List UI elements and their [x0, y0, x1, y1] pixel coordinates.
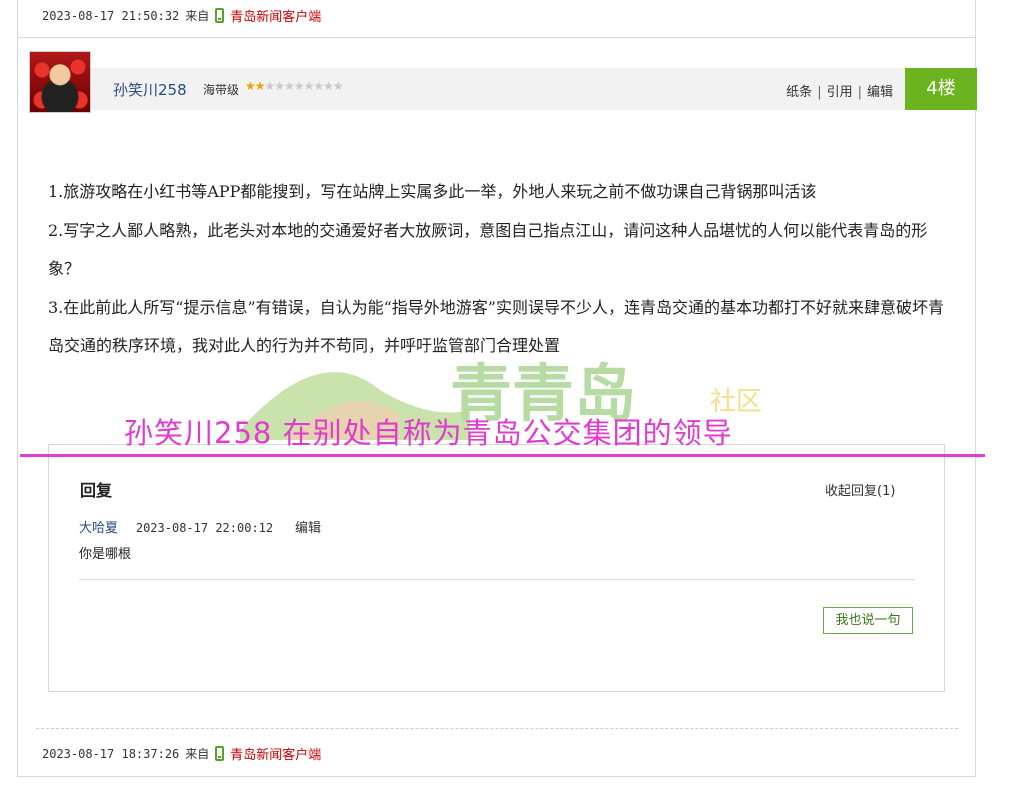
- username-link[interactable]: 孙笑川258: [113, 79, 187, 100]
- user-rank: 海带级: [203, 83, 240, 97]
- post-content: 1.旅游攻略在小红书等APP都能搜到，写在站牌上实属多此一举，外地人来玩之前不做…: [48, 173, 948, 366]
- post-paragraph: 1.旅游攻略在小红书等APP都能搜到，写在站牌上实属多此一举，外地人来玩之前不做…: [48, 182, 817, 201]
- post-paragraph: 3.在此前此人所写“提示信息”有错误，自认为能“指导外地游客”实则误导不少人，连…: [48, 297, 944, 356]
- post-footer: 2023-08-17 18:37:26 来自 青岛新闻客户端: [42, 744, 321, 763]
- star-empty-icon: ★: [274, 79, 285, 93]
- post-timestamp: 2023-08-17 18:37:26: [42, 746, 180, 761]
- annotation-underline: [20, 454, 985, 457]
- say-something-button[interactable]: 我也说一句: [823, 607, 913, 634]
- collapse-replies-link[interactable]: 收起回复(1): [825, 480, 895, 499]
- star-empty-icon: ★: [284, 79, 295, 93]
- reply-divider: [79, 579, 914, 580]
- post-from: 来自: [185, 747, 210, 761]
- annotation-text: 孙笑川258 在别处自称为青岛公交集团的领导: [124, 416, 733, 450]
- action-separator: |: [857, 85, 862, 100]
- post-paragraph: 2.写字之人鄙人略熟，此老头对本地的交通爱好者大放厥词，意图自己指点江山，请问这…: [48, 220, 928, 279]
- quote-button[interactable]: 引用: [827, 85, 853, 100]
- star-empty-icon: ★: [293, 79, 305, 93]
- note-button[interactable]: 纸条: [786, 85, 812, 100]
- star-empty-icon: ★: [323, 79, 334, 93]
- avatar[interactable]: [29, 51, 91, 113]
- reply-edit-button[interactable]: 编辑: [295, 521, 321, 536]
- post-actions: 纸条 | 引用 | 编辑: [786, 81, 893, 100]
- reply-timestamp: 2023-08-17 22:00:12: [135, 521, 274, 535]
- action-separator: |: [817, 85, 822, 100]
- edit-button[interactable]: 编辑: [867, 85, 893, 100]
- star-filled-icon: ★: [254, 79, 266, 93]
- rank-stars: ★★★★★★★★★★: [245, 79, 344, 93]
- star-empty-icon: ★: [332, 79, 344, 93]
- star-empty-icon: ★: [264, 79, 276, 93]
- post-client-link[interactable]: 青岛新闻客户端: [230, 744, 321, 763]
- floor-badge: 4楼: [905, 68, 977, 110]
- reply-box: [48, 444, 945, 692]
- star-empty-icon: ★: [313, 79, 324, 93]
- reply-author-link[interactable]: 大哈夏: [79, 521, 118, 536]
- reply-title: 回复: [80, 481, 113, 500]
- reply-text: 你是哪根: [79, 547, 132, 562]
- star-filled-icon: ★: [245, 79, 256, 93]
- footer-divider: [36, 728, 958, 729]
- star-empty-icon: ★: [303, 79, 315, 93]
- reply-meta: 大哈夏 2023-08-17 22:00:12 编辑: [79, 517, 321, 536]
- phone-icon: [215, 746, 225, 761]
- prev-post-divider: [17, 0, 976, 38]
